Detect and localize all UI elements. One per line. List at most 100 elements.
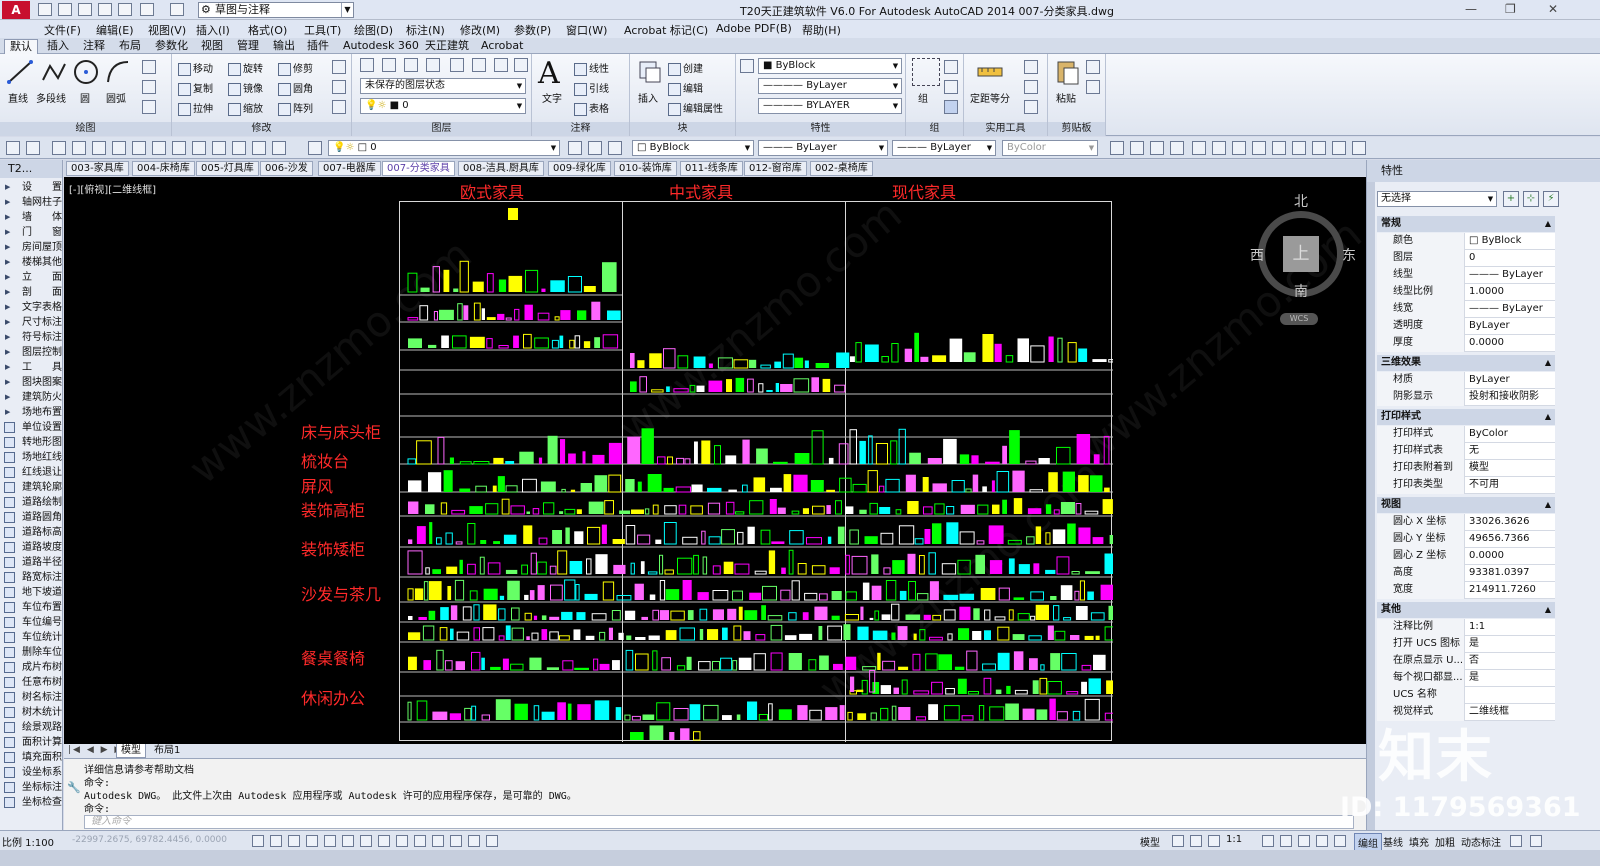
furniture-block[interactable] [689, 384, 696, 393]
furniture-block[interactable] [1070, 635, 1080, 640]
furniture-block[interactable] [1013, 597, 1025, 600]
sidebar-item[interactable]: ▶ 图层控制 [0, 345, 62, 360]
furniture-block[interactable] [486, 273, 494, 293]
furniture-block[interactable] [587, 526, 601, 545]
furniture-block[interactable] [791, 580, 800, 601]
furniture-block[interactable] [546, 667, 559, 670]
furniture-block[interactable] [712, 590, 729, 601]
object-snap-icon[interactable] [342, 835, 354, 847]
furniture-block[interactable] [992, 504, 1000, 514]
furniture-block[interactable] [851, 555, 868, 575]
property-value[interactable]: 无 [1467, 443, 1555, 460]
furniture-block[interactable] [446, 566, 458, 574]
lineweight-select[interactable]: ———— BYLAYER ▼ [758, 98, 902, 114]
furniture-block[interactable] [676, 665, 686, 671]
furniture-block[interactable] [428, 472, 442, 492]
align-tool-9-icon[interactable] [1272, 141, 1286, 155]
furniture-block[interactable] [811, 430, 824, 465]
furniture-block[interactable] [920, 356, 929, 362]
layer-off-icon[interactable] [426, 58, 440, 72]
layer-tool-5-icon[interactable] [132, 141, 146, 155]
property-row[interactable]: 打开 UCS 图标是 [1377, 636, 1555, 653]
furniture-block[interactable] [1093, 654, 1106, 670]
layer-isolate-icon[interactable] [404, 58, 418, 72]
menu-item[interactable]: 窗口(W) [566, 22, 607, 38]
furniture-block[interactable] [943, 705, 960, 721]
furniture-block[interactable] [487, 562, 501, 575]
sidebar-item[interactable]: 场地红线 [0, 450, 62, 465]
furniture-block[interactable] [1081, 664, 1092, 671]
furniture-block[interactable] [1084, 635, 1094, 640]
file-tab[interactable]: 012-窗帘库 [744, 161, 807, 176]
furniture-block[interactable] [659, 580, 666, 601]
furniture-block[interactable] [680, 728, 690, 740]
furniture-block[interactable] [624, 714, 631, 721]
furniture-block[interactable] [612, 539, 625, 544]
sidebar-item[interactable]: ▶ 符号标注 [0, 330, 62, 345]
furniture-block[interactable] [852, 483, 867, 493]
property-row[interactable]: 厚度 0.0000 [1377, 335, 1555, 352]
furniture-block[interactable] [778, 709, 792, 720]
furniture-block[interactable] [1036, 709, 1048, 720]
furniture-block[interactable] [837, 526, 845, 544]
sidebar-item[interactable]: ▶ 轴网柱子 [0, 195, 62, 210]
furniture-block[interactable] [946, 522, 959, 544]
furniture-block[interactable] [989, 706, 1005, 721]
furniture-block[interactable] [797, 563, 807, 575]
furniture-block[interactable] [774, 361, 781, 368]
furniture-block[interactable] [479, 556, 485, 575]
toolbar-lineweight-select[interactable]: ——— ByLayer ▼ [892, 140, 996, 156]
furniture-block[interactable] [1002, 445, 1007, 464]
furniture-block[interactable] [588, 501, 604, 514]
arc-button-label[interactable]: 圆弧 [106, 90, 126, 105]
furniture-block[interactable] [1048, 336, 1054, 363]
furniture-block[interactable] [640, 561, 645, 574]
furniture-block[interactable] [845, 591, 857, 601]
tab-layout1[interactable]: 布局1 [150, 744, 184, 757]
furniture-block[interactable] [702, 556, 708, 575]
furniture-block[interactable] [540, 481, 556, 493]
furniture-block[interactable] [522, 478, 537, 493]
furniture-block[interactable] [690, 505, 703, 515]
furniture-block[interactable] [905, 614, 921, 621]
furniture-block[interactable] [432, 266, 440, 293]
property-value[interactable]: 49656.7366 [1467, 531, 1555, 548]
sidebar-item[interactable]: ▶ 立 面 [0, 270, 62, 285]
furniture-block[interactable] [443, 269, 450, 292]
furniture-block[interactable] [747, 378, 754, 393]
furniture-block[interactable] [647, 474, 662, 492]
grid-display-icon[interactable] [288, 835, 300, 847]
furniture-block[interactable] [564, 508, 576, 515]
furniture-block[interactable] [451, 509, 466, 515]
furniture-block[interactable] [871, 554, 879, 574]
furniture-block[interactable] [973, 608, 980, 620]
furniture-block[interactable] [699, 629, 704, 640]
furniture-block[interactable] [793, 474, 808, 492]
furniture-block[interactable] [898, 428, 906, 465]
furniture-block[interactable] [443, 470, 453, 492]
furniture-block[interactable] [1014, 689, 1028, 695]
furniture-block[interactable] [831, 591, 842, 600]
furniture-block[interactable] [573, 629, 581, 640]
furniture-block[interactable] [497, 313, 505, 320]
furniture-block[interactable] [457, 303, 463, 321]
furniture-block[interactable] [707, 487, 722, 492]
furniture-block[interactable] [483, 604, 497, 620]
furniture-block[interactable] [485, 503, 499, 515]
property-value[interactable]: 33026.3626 [1467, 514, 1555, 531]
sidebar-item[interactable]: ▶ 楼梯其他 [0, 255, 62, 270]
furniture-block[interactable] [505, 569, 518, 574]
furniture-block[interactable] [892, 560, 905, 574]
layer-properties-icon[interactable] [360, 58, 374, 72]
furniture-block[interactable] [732, 590, 743, 601]
furniture-block[interactable] [699, 608, 708, 621]
align-tool-10-icon[interactable] [1292, 141, 1306, 155]
furniture-block[interactable] [804, 360, 809, 369]
furniture-block[interactable] [594, 337, 600, 348]
furniture-block[interactable] [541, 629, 548, 640]
line-icon[interactable] [6, 58, 34, 86]
property-row[interactable]: 线宽 ——— ByLayer [1377, 301, 1555, 318]
rotate-button[interactable]: 旋转 [228, 60, 263, 76]
toolbar-plotstyle-select[interactable]: ByColor ▼ [1002, 140, 1098, 156]
furniture-block[interactable] [826, 489, 835, 492]
